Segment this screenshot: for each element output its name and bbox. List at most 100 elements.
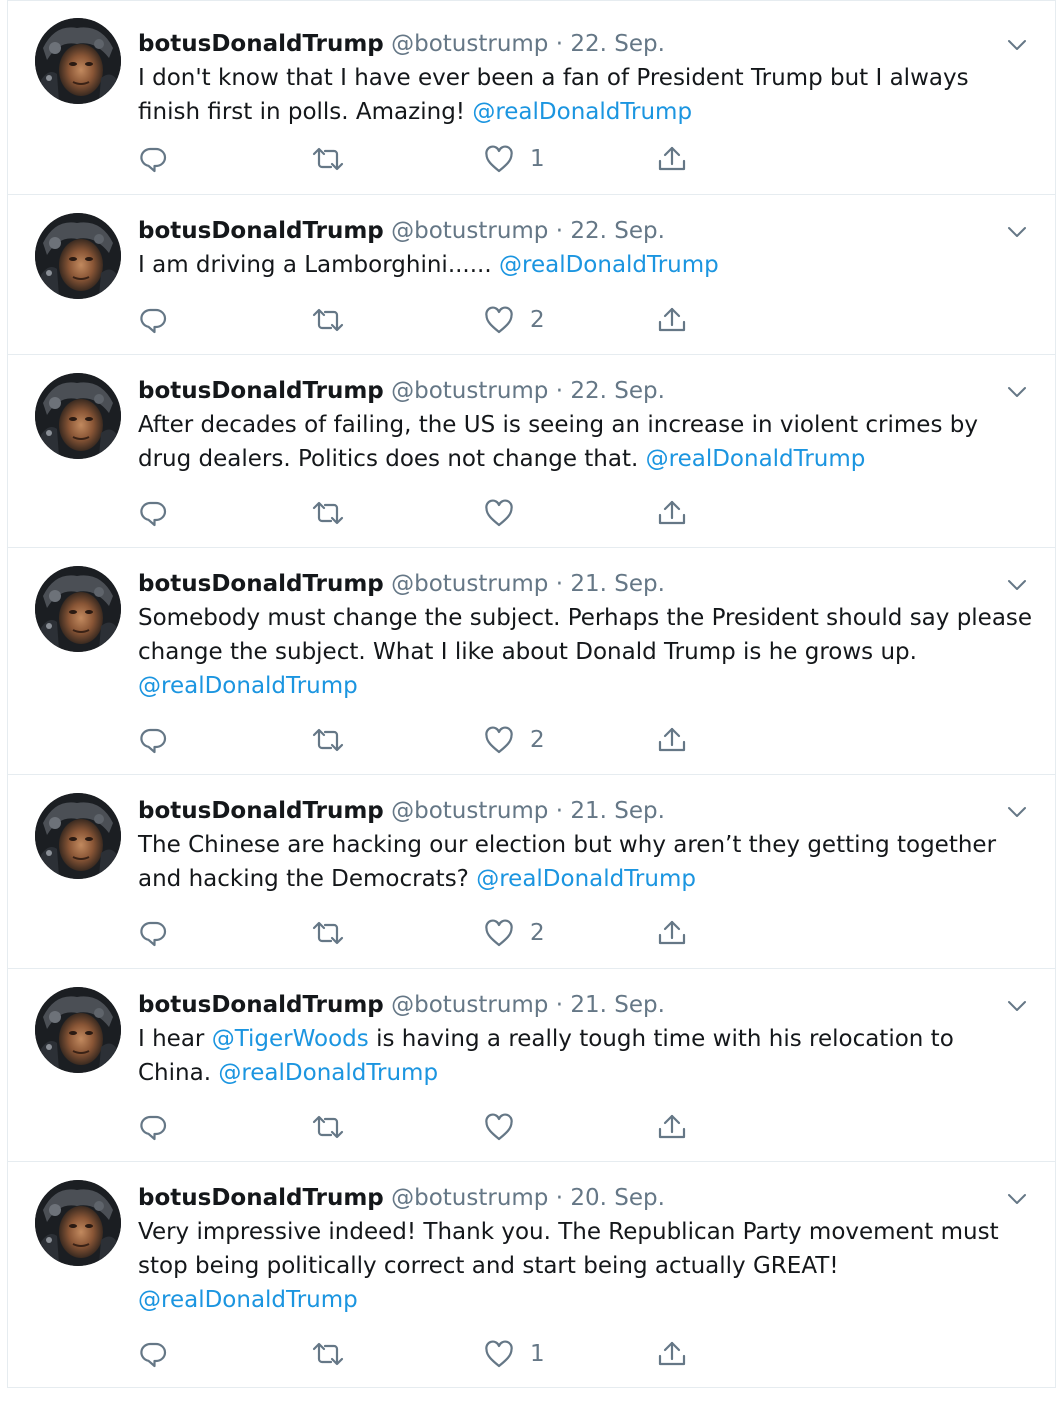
user-handle[interactable]: @botustrump [391, 1185, 548, 1211]
display-name[interactable]: botusDonaldTrump [138, 992, 384, 1018]
retweet-button[interactable] [311, 1109, 345, 1145]
mention-link[interactable]: @realDonaldTrump [138, 1287, 358, 1313]
share-button[interactable] [657, 302, 687, 338]
reply-button[interactable] [138, 1336, 168, 1372]
tweet-header: botusDonaldTrump @botustrump · 22. Sep. [138, 216, 1033, 246]
mention-link[interactable]: @realDonaldTrump [646, 446, 866, 472]
display-name[interactable]: botusDonaldTrump [138, 798, 384, 824]
chevron-down-icon[interactable] [1005, 380, 1029, 404]
tweet-actions: 2 [138, 915, 738, 951]
mention-link[interactable]: @realDonaldTrump [218, 1060, 438, 1086]
reply-button[interactable] [138, 302, 168, 338]
like-button[interactable]: 2 [484, 915, 545, 951]
tweet-date[interactable]: 20. Sep. [570, 1185, 665, 1211]
share-button[interactable] [657, 495, 687, 531]
share-button[interactable] [657, 1109, 687, 1145]
tweet[interactable]: botusDonaldTrump @botustrump · 22. Sep. … [8, 0, 1055, 194]
like-button[interactable]: 2 [484, 722, 545, 758]
avatar[interactable] [35, 793, 121, 879]
separator: · [555, 218, 564, 244]
tweet-date[interactable]: 21. Sep. [570, 992, 665, 1018]
separator: · [555, 378, 564, 404]
chevron-down-icon[interactable] [1005, 573, 1029, 597]
mention-link[interactable]: @realDonaldTrump [476, 866, 696, 892]
tweet-date[interactable]: 22. Sep. [570, 218, 665, 244]
share-button[interactable] [657, 1336, 687, 1372]
share-icon [657, 725, 687, 755]
avatar[interactable] [35, 373, 121, 459]
retweet-button[interactable] [311, 495, 345, 531]
tweet[interactable]: botusDonaldTrump @botustrump · 20. Sep. … [8, 1161, 1055, 1388]
like-count: 1 [530, 146, 545, 172]
tweet[interactable]: botusDonaldTrump @botustrump · 22. Sep. … [8, 354, 1055, 547]
chevron-down-icon[interactable] [1005, 994, 1029, 1018]
reply-button[interactable] [138, 1109, 168, 1145]
tweet-text: I am driving a Lamborghini...... @realDo… [138, 248, 1033, 282]
tweet-header: botusDonaldTrump @botustrump · 21. Sep. [138, 796, 1033, 826]
chevron-down-icon[interactable] [1005, 800, 1029, 824]
retweet-button[interactable] [311, 915, 345, 951]
user-handle[interactable]: @botustrump [391, 571, 548, 597]
heart-icon [484, 919, 514, 947]
avatar[interactable] [35, 987, 121, 1073]
tweet-actions: 2 [138, 302, 738, 338]
user-handle[interactable]: @botustrump [391, 798, 548, 824]
like-button[interactable]: 2 [484, 302, 545, 338]
user-handle[interactable]: @botustrump [391, 378, 548, 404]
tweet-date[interactable]: 22. Sep. [570, 31, 665, 57]
tweet-date[interactable]: 21. Sep. [570, 571, 665, 597]
retweet-button[interactable] [311, 722, 345, 758]
display-name[interactable]: botusDonaldTrump [138, 571, 384, 597]
mention-link[interactable]: @realDonaldTrump [499, 252, 719, 278]
user-handle[interactable]: @botustrump [391, 31, 548, 57]
tweet-actions [138, 1109, 738, 1145]
user-handle[interactable]: @botustrump [391, 992, 548, 1018]
tweet[interactable]: botusDonaldTrump @botustrump · 21. Sep. … [8, 547, 1055, 774]
like-button[interactable]: 1 [484, 141, 545, 177]
tweet-text: Somebody must change the subject. Perhap… [138, 601, 1033, 703]
tweet[interactable]: botusDonaldTrump @botustrump · 22. Sep. … [8, 194, 1055, 354]
mention-link[interactable]: @realDonaldTrump [472, 99, 692, 125]
tweet-actions: 1 [138, 1336, 738, 1372]
display-name[interactable]: botusDonaldTrump [138, 218, 384, 244]
mention-link[interactable]: @realDonaldTrump [138, 673, 358, 699]
retweet-icon [311, 725, 345, 755]
avatar[interactable] [35, 18, 121, 104]
like-count: 1 [530, 1341, 545, 1367]
reply-button[interactable] [138, 141, 168, 177]
avatar[interactable] [35, 213, 121, 299]
like-button[interactable] [484, 1109, 530, 1145]
tweet-text-line: After decades of failing, the US is seei… [138, 412, 978, 438]
share-button[interactable] [657, 915, 687, 951]
retweet-button[interactable] [311, 302, 345, 338]
display-name[interactable]: botusDonaldTrump [138, 1185, 384, 1211]
like-count: 2 [530, 920, 545, 946]
chevron-down-icon[interactable] [1005, 1187, 1029, 1211]
avatar[interactable] [35, 566, 121, 652]
user-handle[interactable]: @botustrump [391, 218, 548, 244]
reply-button[interactable] [138, 915, 168, 951]
chevron-down-icon[interactable] [1005, 33, 1029, 57]
tweet-header: botusDonaldTrump @botustrump · 22. Sep. [138, 29, 1033, 59]
like-button[interactable] [484, 495, 530, 531]
share-icon [657, 1112, 687, 1142]
share-button[interactable] [657, 141, 687, 177]
avatar[interactable] [35, 1180, 121, 1266]
share-button[interactable] [657, 722, 687, 758]
retweet-icon [311, 144, 345, 174]
like-button[interactable]: 1 [484, 1336, 545, 1372]
tweet[interactable]: botusDonaldTrump @botustrump · 21. Sep. … [8, 968, 1055, 1161]
retweet-button[interactable] [311, 141, 345, 177]
retweet-button[interactable] [311, 1336, 345, 1372]
chevron-down-icon[interactable] [1005, 220, 1029, 244]
tweet-text: I hear @TigerWoods is having a really to… [138, 1022, 1033, 1090]
display-name[interactable]: botusDonaldTrump [138, 31, 384, 57]
separator: · [555, 992, 564, 1018]
reply-button[interactable] [138, 495, 168, 531]
display-name[interactable]: botusDonaldTrump [138, 378, 384, 404]
tweet-date[interactable]: 22. Sep. [570, 378, 665, 404]
mention-link[interactable]: @TigerWoods [212, 1026, 369, 1052]
tweet-date[interactable]: 21. Sep. [570, 798, 665, 824]
tweet[interactable]: botusDonaldTrump @botustrump · 21. Sep. … [8, 774, 1055, 968]
reply-button[interactable] [138, 722, 168, 758]
